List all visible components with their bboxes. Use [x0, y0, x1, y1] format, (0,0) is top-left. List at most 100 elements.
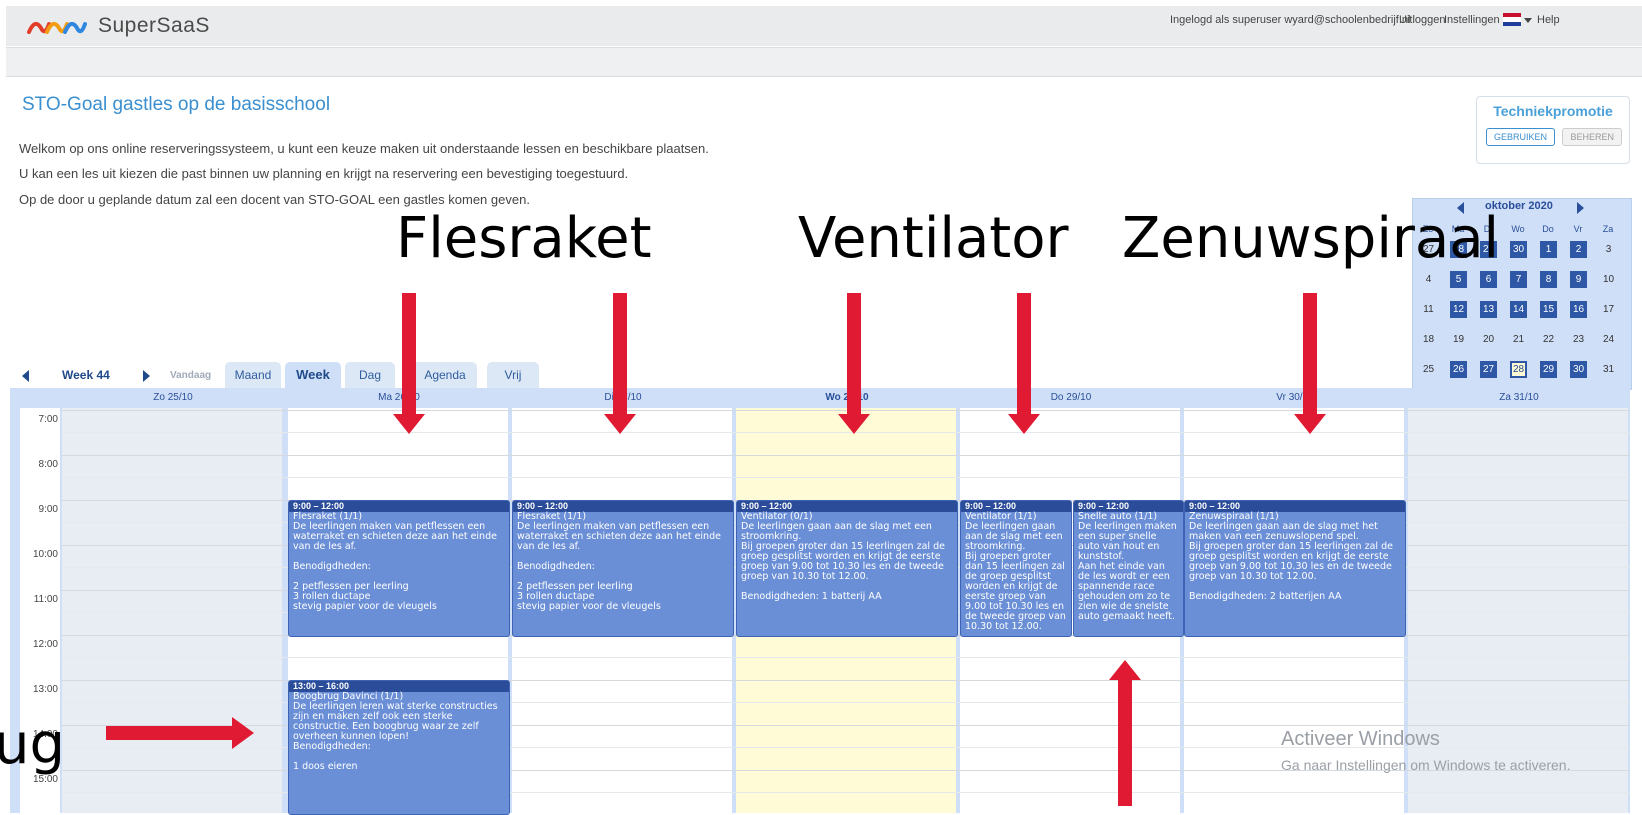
appointment-description: Ventilator (0/1) De leerlingen gaan aan … [741, 511, 945, 602]
day-header[interactable]: Zo 25/10 [62, 388, 284, 408]
mini-calendar-day[interactable]: 10 [1600, 271, 1617, 288]
mini-calendar-weekday: Vr [1573, 224, 1583, 234]
mini-calendar-day[interactable]: 27 [1480, 361, 1497, 378]
day-header[interactable]: Ma 26/10 [288, 388, 510, 408]
today-button[interactable]: Vandaag [170, 370, 211, 381]
mini-calendar-day[interactable]: 19 [1450, 331, 1467, 348]
arrowhead [1008, 414, 1040, 434]
mini-calendar-day[interactable]: 30 [1510, 241, 1527, 258]
mini-calendar-day[interactable]: 20 [1480, 331, 1497, 348]
appointment[interactable]: 9:00 – 12:00 Ventilator (0/1) De leerling… [736, 500, 958, 637]
mini-calendar-day[interactable]: 9 [1570, 271, 1587, 288]
tab-vrij[interactable]: Vrij [487, 362, 539, 388]
label-zenuwspiraal: Zenuwspiraal [1122, 206, 1500, 271]
grid-line [62, 410, 1630, 411]
mini-calendar-day[interactable]: 15 [1540, 301, 1557, 318]
week-grid: 7:00 8:00 9:00 10:00 11:00 12:00 13:00 14:00 15:… [10, 408, 1630, 815]
hour-label: 12:00 [32, 639, 58, 650]
mini-calendar-day[interactable]: 31 [1600, 361, 1617, 378]
caret-down-icon[interactable] [1524, 18, 1532, 23]
day-column[interactable] [1408, 408, 1628, 813]
intro-line-3: Op de door u geplande datum zal een doce… [19, 192, 530, 207]
day-header[interactable]: Vr 30/10 [1184, 388, 1406, 408]
dutch-flag-icon[interactable] [1503, 13, 1521, 26]
prev-week-icon[interactable] [22, 370, 29, 382]
appointment[interactable]: 9:00 – 12:00 Flesraket (1/1) De leerlinge… [288, 500, 510, 637]
arrow-ventilator-2 [1017, 293, 1031, 415]
activate-windows-text: Ga naar Instellingen om Windows te activ… [1281, 757, 1571, 773]
appointment[interactable]: 9:00 – 12:00 Ventilator (1/1) De leerling… [960, 500, 1072, 637]
label-flesraket: Flesraket [396, 206, 652, 271]
mini-calendar-day[interactable]: 28 [1510, 361, 1527, 378]
logo-text: SuperSaaS [98, 14, 210, 37]
mini-calendar-day[interactable]: 22 [1540, 331, 1557, 348]
mini-calendar-day[interactable]: 7 [1510, 271, 1527, 288]
day-header[interactable]: Do 29/10 [960, 388, 1182, 408]
appointment[interactable]: 9:00 – 12:00 Snelle auto (1/1) De leerlin… [1073, 500, 1184, 637]
mini-calendar-day[interactable]: 1 [1540, 241, 1557, 258]
mini-calendar-day[interactable]: 4 [1420, 271, 1437, 288]
appointment[interactable]: 9:00 – 12:00 Zenuwspiraal (1/1) De leerli… [1184, 500, 1406, 637]
mini-calendar-day[interactable]: 8 [1540, 271, 1557, 288]
mini-calendar-day[interactable]: 17 [1600, 301, 1617, 318]
hour-label: 7:00 [38, 414, 58, 425]
mini-calendar-weekday: Wo [1511, 224, 1525, 234]
grid-line [62, 657, 1630, 658]
hour-label: 10:00 [32, 549, 58, 560]
logout-link[interactable]: Uitloggen [1399, 14, 1445, 26]
next-month-icon[interactable] [1577, 202, 1584, 214]
intro-line-2: U kan een les uit kiezen die past binnen… [19, 166, 629, 181]
mini-calendar-weekday: Do [1542, 224, 1554, 234]
mini-calendar-day[interactable]: 23 [1570, 331, 1587, 348]
label-ventilator: Ventilator [798, 206, 1069, 271]
day-column[interactable] [62, 408, 282, 813]
mini-calendar-day[interactable]: 2 [1570, 241, 1587, 258]
mini-calendar-day[interactable]: 25 [1420, 361, 1437, 378]
appointment[interactable]: 13:00 – 16:00 Boogbrug Davinci (1/1) De l… [288, 680, 510, 815]
mini-calendar-day[interactable]: 18 [1420, 331, 1437, 348]
arrowhead [393, 414, 425, 434]
arrow-flesraket-1 [402, 293, 416, 415]
logo-icon [27, 21, 87, 34]
hour-label: 9:00 [38, 504, 58, 515]
appointment[interactable]: 9:00 – 12:00 Flesraket (1/1) De leerlinge… [512, 500, 734, 637]
logo[interactable] [26, 14, 92, 45]
arrow-ventilator-1 [847, 293, 861, 415]
arrow-flesraket-2 [613, 293, 627, 415]
mini-calendar-day[interactable]: 21 [1510, 331, 1527, 348]
manage-button[interactable]: BEHEREN [1562, 128, 1622, 146]
mini-calendar-day[interactable]: 26 [1450, 361, 1467, 378]
mini-calendar-day[interactable]: 14 [1510, 301, 1527, 318]
settings-link[interactable]: Instellingen [1444, 14, 1500, 26]
mini-calendar-day[interactable]: 11 [1420, 301, 1437, 318]
arrow-snelle-auto [1118, 679, 1132, 806]
tab-agenda[interactable]: Agenda [413, 362, 477, 388]
mini-calendar-day[interactable]: 16 [1570, 301, 1587, 318]
activate-windows-title: Activeer Windows [1281, 728, 1440, 750]
mini-calendar-day[interactable]: 13 [1480, 301, 1497, 318]
mini-calendar-day[interactable]: 6 [1480, 271, 1497, 288]
day-header[interactable]: Za 31/10 [1408, 388, 1630, 408]
hour-label: 8:00 [38, 459, 58, 470]
mini-calendar-day[interactable]: 12 [1450, 301, 1467, 318]
mini-calendar-day[interactable]: 30 [1570, 361, 1587, 378]
grid-line [62, 477, 1630, 478]
mini-calendar-day[interactable]: 24 [1600, 331, 1617, 348]
appointment-description: Snelle auto (1/1) De leerlingen maken ee… [1078, 511, 1177, 622]
arrow-boogbrug [106, 726, 234, 740]
intro-line-1: Welkom op ons online reserveringssysteem… [19, 141, 709, 156]
arrowhead [1109, 660, 1141, 680]
mini-calendar-weekday: Za [1602, 224, 1614, 234]
mini-calendar-day[interactable]: 5 [1450, 271, 1467, 288]
use-button[interactable]: GEBRUIKEN [1486, 128, 1556, 146]
top-bar: SuperSaaS Ingelogd als superuser wyard@s… [6, 6, 1642, 46]
tab-dag[interactable]: Dag [345, 362, 395, 388]
help-link[interactable]: Help [1537, 14, 1560, 26]
tab-week[interactable]: Week [285, 362, 341, 388]
mini-calendar-day[interactable]: 3 [1600, 241, 1617, 258]
hour-label: 13:00 [32, 684, 58, 695]
tab-maand[interactable]: Maand [225, 362, 281, 388]
mini-calendar-day[interactable]: 29 [1540, 361, 1557, 378]
logged-in-text: Ingelogd als superuser wyard@schoolenbed… [1170, 14, 1411, 26]
next-week-icon[interactable] [143, 370, 150, 382]
